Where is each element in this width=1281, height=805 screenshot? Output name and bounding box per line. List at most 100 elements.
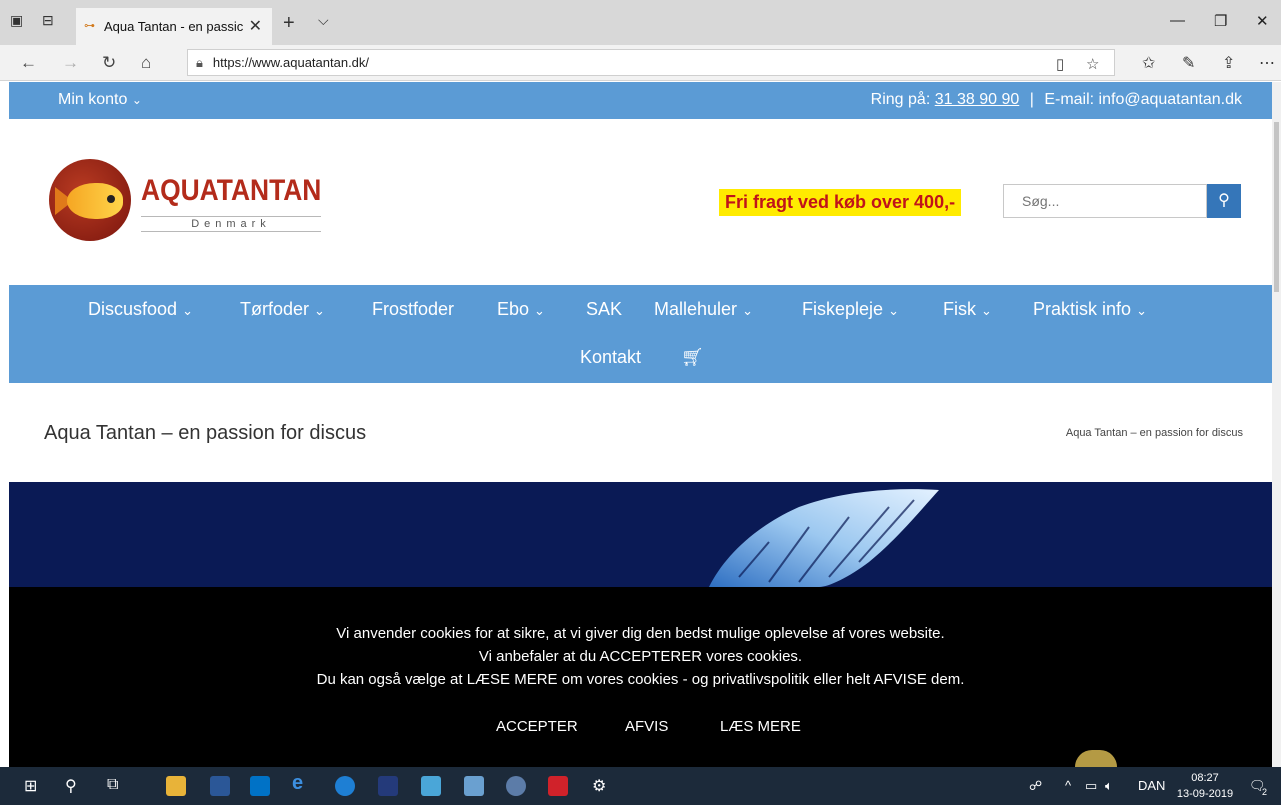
separator: |: [1029, 91, 1034, 108]
cookie-text-line1: Vi anvender cookies for at sikre, at vi …: [336, 625, 945, 642]
language-indicator[interactable]: DAN: [1138, 778, 1165, 793]
settings-gear-icon[interactable]: ⚙: [592, 776, 606, 796]
volume-icon[interactable]: 🔈︎: [1105, 778, 1113, 794]
share-icon[interactable]: ⇪: [1222, 53, 1235, 73]
nav-item-ebo[interactable]: Ebo ⌄: [497, 299, 545, 320]
address-field[interactable]: 🔒︎ https://www.aquatantan.dk/ ▯ ☆: [187, 49, 1115, 76]
tab-close-icon[interactable]: ✕: [249, 16, 262, 36]
refresh-icon[interactable]: ↻: [102, 53, 116, 73]
windows-taskbar: ⊞ ⚲ ⧉ e ⚙ ☍ ^ ▭ 🔈︎ DAN 08:27 13-09-2019 …: [0, 767, 1281, 805]
browser-tab-active[interactable]: ⊶ Aqua Tantan - en passic ✕: [76, 8, 272, 45]
edge-icon[interactable]: [335, 776, 355, 796]
account-label: Min konto: [58, 91, 128, 108]
task-view-icon[interactable]: ⧉: [107, 776, 118, 794]
network-icon[interactable]: ▭: [1085, 778, 1097, 794]
nav-label: Fiskepleje: [802, 299, 884, 319]
cookie-text-line2: Vi anbefaler at du ACCEPTERER vores cook…: [478, 648, 803, 665]
clock[interactable]: 08:27 13-09-2019: [1175, 770, 1235, 802]
address-bar-row: ← → ↻ ⌂ 🔒︎ https://www.aquatantan.dk/ ▯ …: [0, 45, 1281, 81]
forward-icon[interactable]: →: [62, 53, 79, 73]
new-tab-icon[interactable]: +: [283, 12, 295, 35]
browser-tab-bar: ▣ ⊟ ⊶ Aqua Tantan - en passic ✕ + ⌵ — ❐ …: [0, 0, 1281, 45]
site-header: AQUATANTAN Denmark Fri fragt ved køb ove…: [9, 119, 1272, 285]
nav-item-mallehuler[interactable]: Mallehuler ⌄: [654, 299, 753, 320]
email-link[interactable]: E-mail: info@aquatantan.dk: [1044, 91, 1242, 108]
back-icon[interactable]: ←: [20, 53, 37, 73]
window-close-icon[interactable]: ✕: [1256, 12, 1269, 30]
breadcrumb[interactable]: Aqua Tantan – en passion for discus: [1066, 427, 1243, 439]
acrobat-icon[interactable]: [548, 776, 568, 796]
cart-icon[interactable]: 🛒︎: [681, 347, 704, 368]
chevron-down-icon[interactable]: ⌵: [318, 12, 329, 29]
account-menu[interactable]: Min konto ⌄: [58, 91, 142, 109]
chevron-down-icon: ⌄: [1136, 303, 1147, 318]
nav-item-torfoder[interactable]: Tørfoder ⌄: [240, 299, 325, 320]
nav-label: Ebo: [497, 299, 530, 319]
read-more-button[interactable]: LÆS MERE: [720, 718, 801, 735]
main-navigation: Discusfood ⌄ Tørfoder ⌄ Frostfoder Ebo ⌄…: [9, 285, 1272, 383]
people-icon[interactable]: ☍: [1029, 778, 1042, 794]
windows-start-icon[interactable]: ⊞: [24, 776, 37, 796]
chevron-down-icon: ⌄: [888, 303, 899, 318]
more-icon[interactable]: ⋯: [1259, 53, 1275, 73]
url-text: https://www.aquatantan.dk/: [212, 55, 370, 70]
chevron-up-icon[interactable]: ^: [1065, 778, 1071, 793]
nav-item-sak[interactable]: SAK: [586, 299, 622, 320]
app-icon[interactable]: [506, 776, 526, 796]
search-icon[interactable]: ⚲: [65, 776, 77, 796]
nav-label: Discusfood: [88, 299, 178, 319]
chevron-down-icon: ⌄: [314, 303, 325, 318]
reject-cookies-button[interactable]: AFVIS: [625, 718, 668, 735]
favorite-star-icon[interactable]: ☆: [1086, 55, 1099, 73]
search-icon: ⚲: [1218, 192, 1230, 209]
scrollbar-thumb[interactable]: [1274, 122, 1279, 292]
phone-link[interactable]: 31 38 90 90: [935, 91, 1020, 108]
hero-image: [9, 482, 1272, 587]
reading-view-icon[interactable]: ▯: [1056, 55, 1064, 73]
page-title: Aqua Tantan – en passion for discus: [44, 422, 367, 444]
search-input[interactable]: [1003, 184, 1207, 218]
file-explorer-icon[interactable]: [166, 776, 186, 796]
nav-label: Frostfoder: [372, 299, 455, 319]
outlook-icon[interactable]: [250, 776, 270, 796]
discus-fin-graphic: [709, 489, 939, 587]
nav-item-frostfoder[interactable]: Frostfoder: [372, 299, 454, 320]
cookie-text-line3: Du kan også vælge at LÆSE MERE om vores …: [316, 671, 965, 688]
restore-icon[interactable]: ❐: [1214, 12, 1227, 30]
logo-fish-icon: [67, 183, 123, 219]
phone-prefix: Ring på:: [870, 91, 931, 108]
logo-fish-eye: [107, 195, 115, 203]
top-info-bar: Min konto ⌄ Ring på: 31 38 90 90 | E-mai…: [9, 82, 1272, 119]
accept-cookies-button[interactable]: ACCEPTER: [496, 718, 578, 735]
nav-item-praktisk-info[interactable]: Praktisk info ⌄: [1033, 299, 1147, 320]
app-icon[interactable]: [378, 776, 398, 796]
nav-label: Fisk: [943, 299, 976, 319]
nav-item-fisk[interactable]: Fisk ⌄: [943, 299, 992, 320]
lock-icon: 🔒︎: [196, 54, 203, 70]
pen-icon[interactable]: ✎: [1182, 53, 1195, 73]
site-logo[interactable]: AQUATANTAN Denmark: [49, 159, 339, 243]
page-scrollbar[interactable]: [1272, 82, 1281, 767]
cookie-banner: Vi anvender cookies for at sikre, at vi …: [9, 587, 1272, 767]
nav-item-fiskepleje[interactable]: Fiskepleje ⌄: [802, 299, 899, 320]
notification-count: 2: [1262, 787, 1268, 797]
chevron-down-icon: ⌄: [131, 93, 142, 107]
internet-explorer-icon[interactable]: e: [292, 772, 303, 795]
favorites-list-icon[interactable]: ✩: [1142, 53, 1155, 73]
nav-item-discusfood[interactable]: Discusfood ⌄: [88, 299, 193, 320]
app-icon[interactable]: [421, 776, 441, 796]
minimize-icon[interactable]: —: [1170, 12, 1185, 29]
search-button[interactable]: ⚲: [1207, 184, 1241, 218]
contact-info: Ring på: 31 38 90 90 | E-mail: info@aqua…: [871, 91, 1242, 109]
tab-preview-icon[interactable]: ⊟: [42, 12, 54, 29]
logo-text: AQUATANTAN: [141, 174, 322, 207]
home-icon[interactable]: ⌂: [141, 53, 151, 73]
tab-actions-icon[interactable]: ▣: [10, 12, 23, 29]
free-shipping-banner: Fri fragt ved køb over 400,-: [719, 189, 962, 216]
app-icon[interactable]: [464, 776, 484, 796]
nav-label: Praktisk info: [1033, 299, 1132, 319]
tab-title: Aqua Tantan - en passic: [104, 19, 244, 34]
nav-label: Mallehuler: [654, 299, 738, 319]
word-icon[interactable]: [210, 776, 230, 796]
nav-item-kontakt[interactable]: Kontakt: [580, 347, 641, 368]
